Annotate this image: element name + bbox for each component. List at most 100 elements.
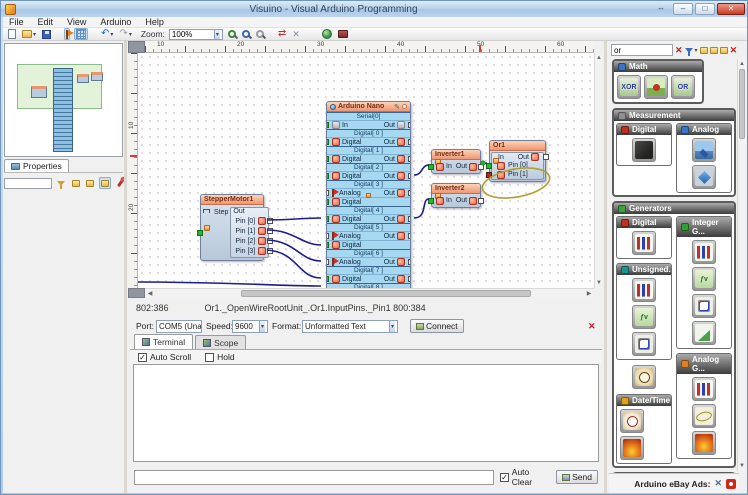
block-arduino-nano[interactable]: Arduino Nano ✎ Serial[0]InOutDigital[ 0 … [326, 101, 411, 288]
connect-button[interactable]: Connect [410, 319, 464, 333]
input-connector[interactable] [326, 122, 329, 128]
zoom-reset-button[interactable] [255, 28, 265, 40]
component-tile-gem[interactable] [692, 165, 716, 189]
expand-all-icon[interactable] [710, 47, 718, 54]
menu-help[interactable]: Help [145, 17, 164, 27]
component-search-input[interactable] [611, 44, 673, 56]
component-tile-dark[interactable] [632, 138, 656, 162]
wire-stepper-pin2[interactable] [267, 240, 321, 261]
arduino-pin-row[interactable]: Digital [327, 197, 410, 206]
wire-stepper-pin1[interactable] [267, 230, 321, 245]
delete-button[interactable]: ✕ [291, 28, 301, 40]
block-inverter2[interactable]: Inverter2 In Out [431, 183, 481, 208]
input-connector[interactable] [326, 156, 329, 162]
canvas-vscrollbar[interactable]: ▲ ▼ [594, 53, 602, 288]
grid-toggle-button[interactable] [74, 28, 88, 40]
right-splitter[interactable] [604, 41, 607, 493]
output-connector[interactable] [408, 276, 411, 282]
input-connector[interactable] [428, 198, 434, 204]
component-tile-pulse[interactable] [632, 231, 656, 255]
block-header[interactable]: Inverter1 [432, 150, 480, 160]
stepper-pin-2[interactable]: Pin [2] [233, 236, 266, 246]
stepper-step-pin[interactable]: Step [203, 207, 230, 258]
properties-filter-button[interactable] [55, 177, 67, 189]
zoom-in-button[interactable] [227, 28, 237, 40]
input-connector[interactable] [326, 259, 329, 265]
subgroup-header[interactable]: Digital [617, 124, 671, 135]
menu-view[interactable]: View [67, 17, 86, 27]
help-button[interactable] [337, 28, 349, 40]
or1-pin-0[interactable]: Pin [0] [492, 161, 543, 170]
close-panel-icon[interactable]: ✕ [588, 321, 596, 332]
new-folder-icon[interactable] [700, 47, 708, 54]
send-button[interactable]: Send [556, 470, 598, 484]
scroll-left-icon[interactable]: ◀ [146, 290, 154, 298]
output-connector[interactable] [408, 190, 411, 196]
component-tile-alarm[interactable] [620, 409, 644, 433]
close-ad-icon[interactable]: ✕ [714, 478, 722, 489]
undo-button[interactable]: ↶▾ [100, 28, 114, 40]
tab-scope[interactable]: Scope [195, 335, 246, 349]
stepper-pin-3[interactable]: Pin [3] [233, 246, 266, 256]
output-connector[interactable] [408, 259, 411, 265]
component-tile-xor[interactable]: XOR [617, 75, 641, 99]
arduino-pin-row[interactable]: DigitalOut [327, 214, 410, 223]
inverter2-pins[interactable]: In Out [432, 194, 480, 207]
component-tile-fv[interactable]: ƒv [692, 267, 716, 291]
speed-select[interactable]: 9600▾ [232, 320, 268, 333]
subgroup-header[interactable]: Analog [677, 124, 731, 135]
menu-arduino[interactable]: Arduino [100, 17, 131, 27]
arduino-pin-row[interactable]: DigitalOut [327, 274, 410, 283]
close-button[interactable]: ✕ [717, 3, 745, 15]
component-tile-dice[interactable] [692, 294, 716, 318]
canvas-hscrollbar[interactable]: ◀ ▶ [145, 288, 594, 298]
component-tile-sine[interactable] [692, 404, 716, 428]
auto-clear-checkbox[interactable]: ✓Auto Clear [500, 467, 550, 487]
close-search-icon[interactable]: ✕ [730, 45, 738, 56]
stepper-pin-0[interactable]: Pin [0] [233, 216, 266, 226]
block-inverter1[interactable]: Inverter1 In Out [431, 149, 481, 174]
input-connector[interactable] [326, 199, 329, 205]
scroll-right-icon[interactable]: ▶ [585, 290, 593, 298]
subgroup-header[interactable]: Integer G... [677, 217, 731, 237]
new-file-button[interactable] [7, 28, 17, 40]
clear-search-icon[interactable]: ✕ [675, 45, 683, 56]
overview-navigator[interactable] [4, 43, 123, 157]
wire-digital4-inverter2[interactable] [414, 199, 429, 218]
filter-icon[interactable] [685, 48, 693, 53]
output-connector[interactable] [408, 122, 411, 128]
block-steppermotor1[interactable]: StepperMotor1 Step Out Pin [0] Pin [1] P… [200, 194, 264, 261]
open-button[interactable]: ▾ [21, 28, 37, 40]
upload-arduino-button[interactable]: ⇄ [277, 28, 287, 40]
output-connector[interactable] [408, 173, 411, 179]
block-header[interactable]: Arduino Nano ✎ [327, 102, 410, 112]
port-select[interactable]: COM5 (Unava▾ [156, 320, 202, 333]
wire-stepper-pin0[interactable] [267, 218, 321, 220]
left-splitter[interactable] [124, 41, 127, 493]
vscroll-thumb[interactable] [739, 69, 745, 139]
component-tile-fv[interactable]: ƒv [632, 305, 656, 329]
input-connector[interactable] [486, 163, 492, 169]
input-connector[interactable] [326, 139, 329, 145]
properties-alpha-button[interactable] [85, 177, 97, 189]
menu-file[interactable]: File [9, 17, 24, 27]
output-connector[interactable] [543, 154, 549, 160]
inverter1-pins[interactable]: In Out [432, 160, 480, 173]
collapse-all-icon[interactable] [720, 47, 728, 54]
wire-digital2-inverter1[interactable] [414, 165, 429, 175]
send-input[interactable] [134, 470, 494, 485]
subgroup-header[interactable]: Digital [617, 217, 671, 228]
subgroup-header[interactable]: Analog G... [677, 354, 731, 374]
design-canvas[interactable]: StepperMotor1 Step Out Pin [0] Pin [1] P… [138, 53, 594, 288]
component-tile-ramp[interactable] [692, 321, 716, 345]
arduino-pin-row[interactable]: DigitalOut [327, 137, 410, 146]
input-connector[interactable] [326, 173, 329, 179]
hscroll-thumb[interactable] [241, 290, 531, 297]
block-or1[interactable]: Or1 In Out Pin [0] [489, 140, 546, 182]
web-button[interactable] [321, 28, 333, 40]
format-select[interactable]: Unformatted Text▾ [302, 320, 398, 333]
arduino-pin-row[interactable]: InOut [327, 120, 410, 129]
block-header[interactable]: StepperMotor1 [201, 195, 263, 205]
wire-left-edge[interactable] [138, 282, 321, 286]
output-connector[interactable] [408, 233, 411, 239]
